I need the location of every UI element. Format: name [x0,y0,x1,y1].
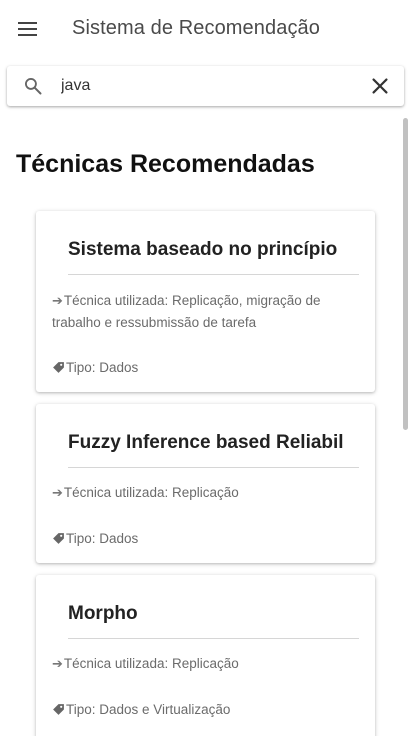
section-title: Técnicas Recomendadas [16,150,315,178]
card-technique-text: Técnica utilizada: Replicação [63,656,239,671]
card-technique: ➔Técnica utilizada: Replicação [52,482,352,504]
search-input[interactable] [61,72,361,100]
app-title: Sistema de Recomendação [72,17,320,39]
card-divider [68,274,359,275]
arrow-right-icon: ➔ [52,656,63,671]
card-technique: ➔Técnica utilizada: Replicação, migração… [52,290,352,334]
card-title: Morpho [68,603,138,624]
tag-icon [53,704,64,715]
menu-icon [18,22,37,36]
card-type: Tipo: Dados [52,360,138,375]
menu-button[interactable] [12,13,44,45]
search-box [7,66,404,106]
card-type: Tipo: Dados e Virtualização [52,702,230,717]
card-title: Fuzzy Inference based Reliability [68,432,343,453]
arrow-right-icon: ➔ [52,293,63,308]
card-technique-text: Técnica utilizada: Replicação, migração … [52,293,321,330]
card-divider [68,467,359,468]
scrollbar-thumb[interactable] [403,118,408,430]
card-technique: ➔Técnica utilizada: Replicação [52,653,352,675]
tag-icon [53,362,64,373]
card-type-text: Tipo: Dados e Virtualização [66,702,231,717]
technique-card[interactable]: Morpho ➔Técnica utilizada: Replicação Ti… [36,575,375,736]
card-type: Tipo: Dados [52,531,138,546]
card-technique-text: Técnica utilizada: Replicação [63,485,239,500]
card-type-text: Tipo: Dados [66,531,139,546]
search-icon [25,78,42,95]
card-type-text: Tipo: Dados [66,360,139,375]
technique-card[interactable]: Sistema baseado no princípio ➔Técnica ut… [36,211,375,392]
card-title: Sistema baseado no princípio [68,239,338,260]
close-icon[interactable] [369,75,391,97]
tag-icon [53,533,64,544]
app-bar: Sistema de Recomendação [0,0,411,58]
arrow-right-icon: ➔ [52,485,63,500]
technique-card[interactable]: Fuzzy Inference based Reliability ➔Técni… [36,404,375,563]
card-divider [68,638,359,639]
